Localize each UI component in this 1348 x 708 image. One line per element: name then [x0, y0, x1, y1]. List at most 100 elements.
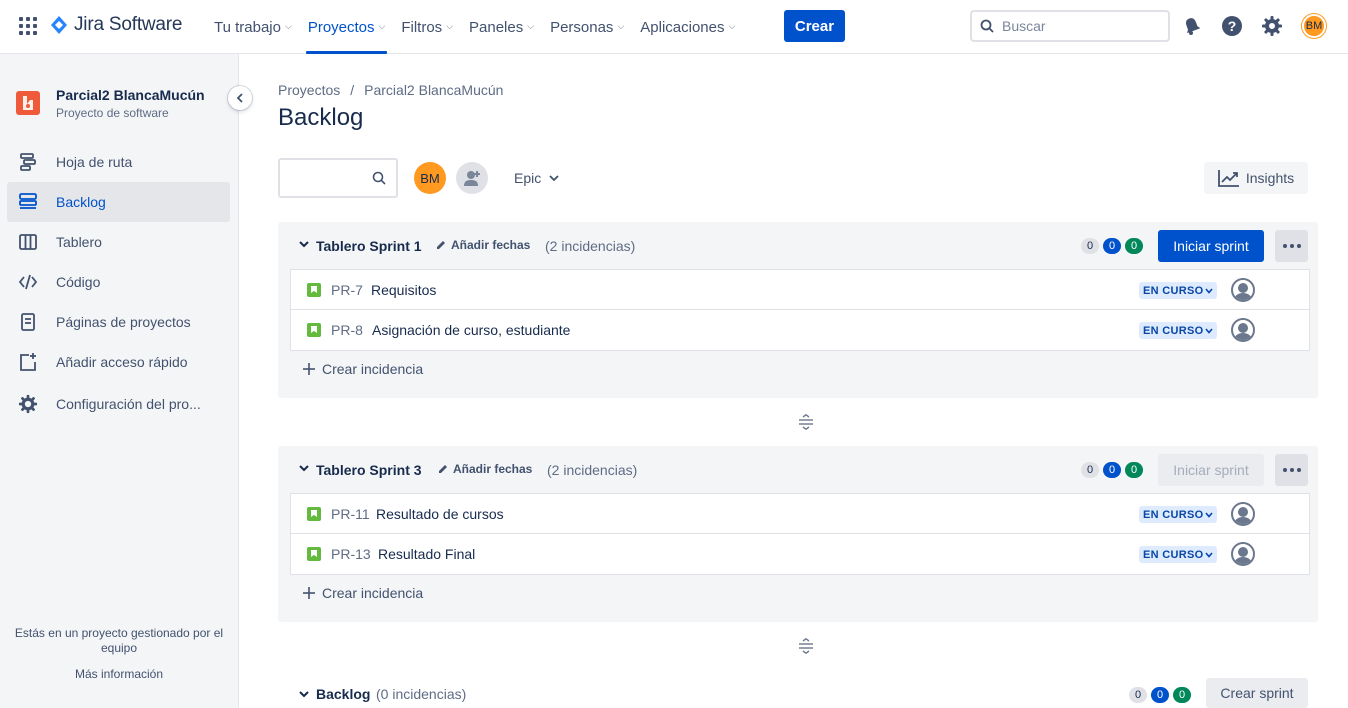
unassigned-avatar-icon[interactable] — [1231, 542, 1255, 566]
issue-row[interactable]: PR-11 Resultado de cursos EN CURSO — [291, 494, 1309, 534]
chevron-down-icon — [1205, 511, 1214, 518]
nav-personas[interactable]: Personas ⌵ — [542, 0, 632, 54]
global-search[interactable] — [970, 10, 1170, 42]
chevron-down-icon: ⌵ — [378, 20, 386, 31]
issue-status-counts: 0 0 0 — [1129, 687, 1191, 703]
insights-button[interactable]: Insights — [1204, 162, 1308, 194]
nav-aplicaciones[interactable]: Aplicaciones ⌵ — [632, 0, 743, 54]
sidebar-item-roadmap[interactable]: Hoja de ruta — [7, 142, 230, 182]
project-avatar-icon[interactable] — [16, 91, 40, 115]
help-icon[interactable]: ? — [1220, 14, 1244, 38]
more-icon — [1282, 244, 1301, 248]
unassigned-avatar-icon[interactable] — [1231, 318, 1255, 342]
collapse-sidebar-button[interactable] — [228, 86, 252, 110]
epic-filter-dropdown[interactable]: Epic — [514, 170, 559, 186]
project-type: Proyecto de software — [56, 106, 169, 120]
unassigned-avatar-icon[interactable] — [1231, 278, 1255, 302]
issue-status-counts: 0 0 0 — [1081, 462, 1143, 478]
status-label: EN CURSO — [1143, 284, 1204, 297]
nav-label: Tu trabajo — [214, 18, 281, 36]
code-icon — [17, 271, 39, 293]
sidebar-item-add-shortcut[interactable]: Añadir acceso rápido — [7, 342, 230, 382]
issue-key[interactable]: PR-11 — [331, 506, 370, 522]
todo-count-badge: 0 — [1081, 238, 1099, 254]
status-dropdown[interactable]: EN CURSO — [1139, 322, 1218, 339]
chevron-down-icon: ⌵ — [527, 20, 535, 31]
issue-row[interactable]: PR-8 Asignación de curso, estudiante EN … — [291, 310, 1309, 350]
nav-filtros[interactable]: Filtros ⌵ — [393, 0, 461, 54]
notifications-icon[interactable] — [1180, 14, 1204, 38]
nav-label: Filtros — [401, 18, 443, 36]
breadcrumb-project[interactable]: Parcial2 BlancaMucún — [364, 82, 503, 98]
nav-tu-trabajo[interactable]: Tu trabajo ⌵ — [206, 0, 300, 54]
create-issue-button[interactable]: Crear incidencia — [302, 585, 423, 601]
issue-row[interactable]: PR-13 Resultado Final EN CURSO — [291, 534, 1309, 574]
primary-nav: Tu trabajo ⌵ Proyectos ⌵ Filtros ⌵ Paneles ⌵… — [206, 0, 743, 54]
sidebar-item-code[interactable]: Código — [7, 262, 230, 302]
more-info-link[interactable]: Más información — [0, 667, 238, 682]
nav-label: Paneles — [469, 18, 524, 36]
more-actions-button[interactable] — [1275, 454, 1308, 486]
pencil-icon — [437, 241, 445, 249]
create-button[interactable]: Crear — [784, 10, 845, 42]
app-switcher-icon[interactable] — [19, 17, 37, 35]
sidebar-item-label: Configuración del pro... — [56, 396, 201, 412]
chevron-down-icon[interactable] — [299, 464, 309, 472]
project-name[interactable]: Parcial2 BlancaMucún — [56, 87, 205, 103]
add-people-button[interactable] — [456, 162, 488, 194]
create-sprint-button[interactable]: Crear sprint — [1206, 678, 1308, 708]
backlog-header[interactable]: Backlog (0 incidencias) 0 0 0 Crear spri… — [278, 678, 1318, 708]
breadcrumb-projects[interactable]: Proyectos — [278, 82, 340, 98]
issue-row[interactable]: PR-7 Requisitos EN CURSO — [291, 270, 1309, 310]
assignee-filter-avatar[interactable]: BM — [414, 162, 446, 194]
drag-divider-icon[interactable] — [798, 414, 814, 430]
nav-paneles[interactable]: Paneles ⌵ — [461, 0, 542, 54]
chevron-down-icon — [549, 175, 559, 182]
start-sprint-button[interactable]: Iniciar sprint — [1158, 230, 1264, 262]
plus-icon — [303, 587, 315, 599]
inprogress-count-badge: 0 — [1151, 687, 1169, 703]
sidebar-item-board[interactable]: Tablero — [7, 222, 230, 262]
drag-divider-icon[interactable] — [798, 638, 814, 654]
nav-label: Proyectos — [307, 18, 375, 36]
unassigned-avatar-icon[interactable] — [1231, 502, 1255, 526]
more-actions-button[interactable] — [1275, 230, 1308, 262]
chevron-down-icon: ⌵ — [728, 20, 736, 31]
status-dropdown[interactable]: EN CURSO — [1139, 282, 1218, 299]
sprint-container: Tablero Sprint 1 Añadir fechas (2 incide… — [278, 222, 1318, 398]
sidebar-item-pages[interactable]: Páginas de proyectos — [7, 302, 230, 342]
sidebar-item-label: Añadir acceso rápido — [56, 354, 188, 370]
sprint-header[interactable]: Tablero Sprint 3 Añadir fechas (2 incide… — [278, 446, 1318, 494]
user-avatar[interactable]: BM — [1302, 14, 1326, 38]
create-issue-label: Crear incidencia — [322, 361, 424, 377]
issue-key[interactable]: PR-13 — [331, 546, 371, 562]
settings-icon[interactable] — [1260, 14, 1284, 38]
add-person-icon — [464, 171, 480, 186]
todo-count-badge: 0 — [1081, 462, 1099, 478]
chevron-down-icon[interactable] — [299, 690, 309, 698]
start-sprint-button[interactable]: Iniciar sprint — [1158, 454, 1264, 486]
sidebar-item-settings[interactable]: Configuración del pro... — [7, 384, 230, 424]
create-issue-button[interactable]: Crear incidencia — [302, 361, 423, 377]
breadcrumb-separator: / — [350, 82, 355, 98]
issue-key[interactable]: PR-8 — [331, 322, 363, 338]
sprint-header[interactable]: Tablero Sprint 1 Añadir fechas (2 incide… — [278, 222, 1318, 270]
pages-icon — [17, 311, 39, 333]
jira-logo[interactable]: Jira Software — [50, 14, 182, 36]
status-dropdown[interactable]: EN CURSO — [1139, 546, 1218, 563]
chevron-down-icon — [1205, 551, 1214, 558]
status-dropdown[interactable]: EN CURSO — [1139, 506, 1218, 523]
add-dates-button[interactable]: Añadir fechas — [437, 462, 532, 476]
search-icon — [372, 171, 386, 190]
done-count-badge: 0 — [1173, 687, 1191, 703]
add-dates-button[interactable]: Añadir fechas — [435, 238, 530, 252]
nav-proyectos[interactable]: Proyectos ⌵ — [300, 0, 394, 54]
story-icon — [307, 283, 321, 297]
backlog-search-input[interactable] — [278, 158, 398, 198]
sidebar-item-label: Código — [56, 274, 101, 290]
sprint-issue-list: PR-7 Requisitos EN CURSO PR-8 Asignación… — [290, 269, 1310, 351]
chevron-down-icon[interactable] — [299, 240, 309, 248]
sidebar-item-backlog[interactable]: Backlog — [7, 182, 230, 222]
issue-key[interactable]: PR-7 — [331, 282, 363, 298]
search-input[interactable] — [1002, 18, 1152, 34]
